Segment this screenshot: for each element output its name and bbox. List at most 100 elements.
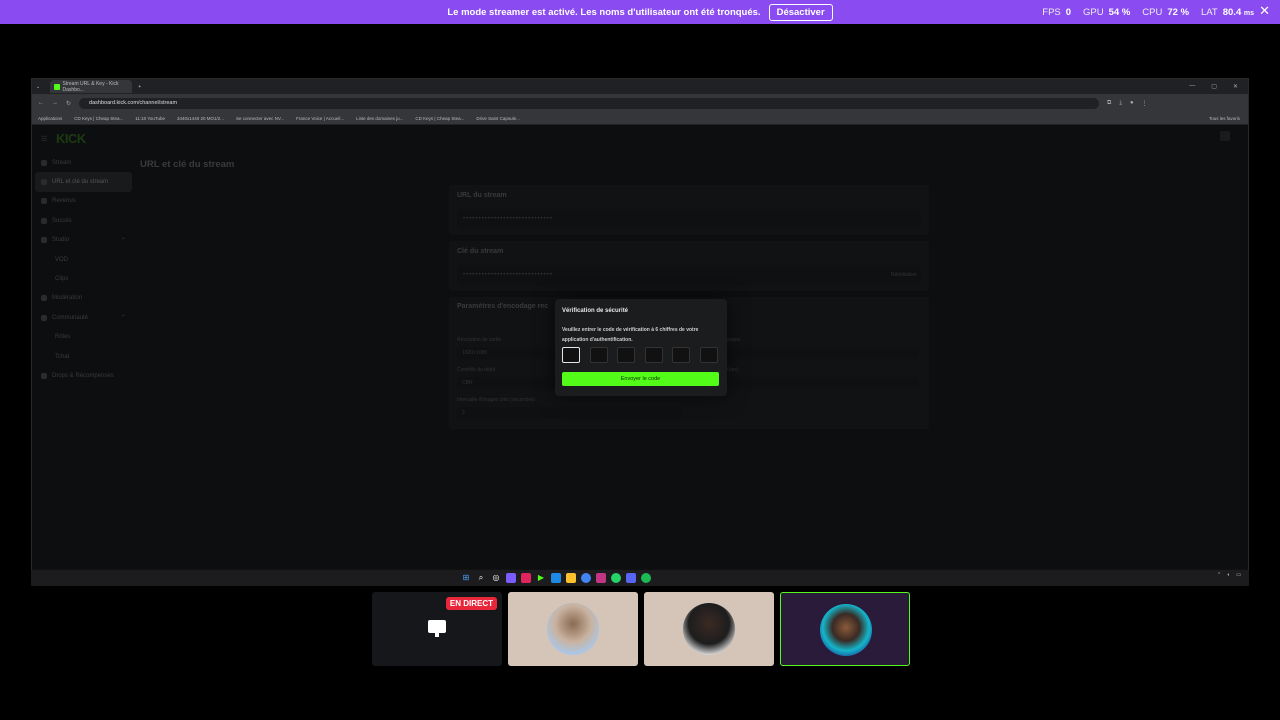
bookmark-item[interactable]: Applications xyxy=(38,116,62,121)
nav-icon xyxy=(41,159,47,166)
window-close-icon[interactable]: ✕ xyxy=(1233,83,1238,90)
keyframe-input[interactable]: 2 xyxy=(457,407,682,419)
stream-key-field[interactable]: ••••••••••••••••••••••••••••• Réinitiali… xyxy=(457,265,921,285)
taskbar: ⊞ ⌕ ◎ ▶ ⌃ ◐ ▭ xyxy=(31,570,1249,586)
volume-icon[interactable]: ◐ xyxy=(1227,572,1230,578)
app-icon[interactable]: ▶ xyxy=(536,573,546,583)
sidebar-item-label: Tchat xyxy=(55,353,70,360)
bookmarks-bar: Applications CD Keys | Cheap Stea... 11:… xyxy=(32,112,1248,125)
sidebar-item-label: URL et clé du stream xyxy=(52,179,109,186)
app-icon[interactable] xyxy=(506,573,516,583)
clock[interactable]: ▭ xyxy=(1236,572,1241,578)
address-bar[interactable]: dashboard.kick.com/channel/stream xyxy=(79,97,1100,109)
nav-icon xyxy=(41,314,47,321)
reset-key-button[interactable]: Réinitialiser xyxy=(891,265,917,285)
chrome-icon[interactable] xyxy=(581,573,591,583)
back-icon[interactable]: ← xyxy=(38,100,44,106)
bookmark-item[interactable]: 3440x1440 20 MO1/2... xyxy=(177,116,224,121)
bookmark-item[interactable]: Drive Saint Capsule... xyxy=(476,116,520,121)
fps-stat: FPS 0 xyxy=(1042,6,1072,18)
stream-url-field[interactable]: ••••••••••••••••••••••••••••• xyxy=(457,209,921,229)
code-digit-input[interactable] xyxy=(699,347,718,363)
spotify-icon[interactable] xyxy=(641,573,651,583)
sidebar-item-label: VOD xyxy=(55,256,69,263)
sidebar-item-label: Revenus xyxy=(52,198,76,205)
browser-tab[interactable]: Stream URL & Key - Kick Dashbo... xyxy=(50,80,133,93)
task-view-icon[interactable]: ◎ xyxy=(491,573,501,583)
sidebar-item-label: Stream xyxy=(52,159,72,166)
download-icon[interactable]: ⤓ xyxy=(1119,100,1122,107)
tab-search-icon[interactable]: ⌄ xyxy=(36,84,40,90)
avatar xyxy=(683,603,735,655)
rate-control-label: Contrôle du débit xyxy=(457,367,496,373)
bookmark-item[interactable]: Se connecter avec NV... xyxy=(236,116,284,121)
all-bookmarks[interactable]: Tous les favoris xyxy=(1209,116,1248,121)
security-verification-modal: Vérification de sécurité Veuillez entrer… xyxy=(555,299,727,396)
participant-tile[interactable] xyxy=(508,592,638,666)
encoding-title: Paramètres d'encodage rec xyxy=(457,303,549,310)
app-icon[interactable] xyxy=(596,573,606,583)
sidebar-item[interactable]: Drops & Récompenses xyxy=(35,366,132,385)
bitrate-input[interactable] xyxy=(724,377,919,389)
code-digit-input[interactable] xyxy=(562,347,580,363)
bookmark-item[interactable]: Liste des domaines ju... xyxy=(356,116,403,121)
bookmark-item[interactable]: 11:10 YouTube xyxy=(135,116,165,121)
profile-icon[interactable]: ● xyxy=(1130,100,1134,106)
code-inputs xyxy=(562,347,718,363)
code-digit-input[interactable] xyxy=(589,347,608,363)
sidebar: ☰ KICK Stream URL et clé du stream Revenus… xyxy=(32,125,132,569)
bookmark-item[interactable]: CD Keys | Cheap Stea... xyxy=(415,116,464,121)
forward-icon[interactable]: → xyxy=(52,100,58,106)
participant-tile-speaking[interactable] xyxy=(780,592,910,666)
screen-share-tile[interactable]: EN DIRECT xyxy=(372,592,502,666)
sidebar-item[interactable]: Modération xyxy=(35,289,132,308)
folder-icon[interactable] xyxy=(566,573,576,583)
hamburger-icon[interactable]: ☰ xyxy=(41,135,47,143)
taskbar-apps: ⊞ ⌕ ◎ ▶ xyxy=(461,573,651,583)
nav-icon xyxy=(41,179,47,186)
search-icon[interactable]: ⌕ xyxy=(476,573,486,583)
app-icon[interactable] xyxy=(611,573,621,583)
code-digit-input[interactable] xyxy=(617,347,635,363)
kick-logo[interactable]: KICK xyxy=(56,131,86,146)
new-tab-icon[interactable]: + xyxy=(138,84,141,90)
performance-overlay: FPS 0 GPU 54 % CPU 72 % LAT 80.4 ms xyxy=(1042,0,1254,24)
sidebar-item[interactable]: Succès xyxy=(35,211,132,230)
sidebar-item[interactable]: Communauté ⌃ xyxy=(35,308,132,327)
gpu-stat: GPU 54 % xyxy=(1083,6,1131,18)
participant-tile[interactable] xyxy=(644,592,774,666)
code-digit-input[interactable] xyxy=(672,347,690,363)
maximize-icon[interactable]: ▢ xyxy=(1211,83,1217,90)
avatar[interactable] xyxy=(1220,131,1230,141)
sidebar-item-label: Communauté xyxy=(52,314,89,321)
bookmark-item[interactable]: CD Keys | Cheap Stea... xyxy=(74,116,123,121)
code-digit-input[interactable] xyxy=(644,347,663,363)
close-icon[interactable]: ✕ xyxy=(1259,3,1270,19)
framerate-select[interactable] xyxy=(724,347,919,359)
resolution-label: Résolution de sortie xyxy=(457,337,502,343)
app-icon[interactable] xyxy=(521,573,531,583)
modal-title: Vérification de sécurité xyxy=(562,308,629,314)
reload-icon[interactable]: ↻ xyxy=(66,100,71,107)
sidebar-item-label: Modération xyxy=(52,295,83,302)
sidebar-item[interactable]: Rôles xyxy=(35,328,132,347)
discord-icon[interactable] xyxy=(626,573,636,583)
sidebar-item[interactable]: Revenus xyxy=(35,192,132,211)
send-code-button[interactable]: Envoyer le code xyxy=(562,372,719,386)
extensions-icon[interactable]: ⧉ xyxy=(1107,100,1111,107)
stream-url-label: URL du stream xyxy=(457,192,507,199)
disable-streamer-mode-button[interactable]: Désactiver xyxy=(768,3,833,21)
kick-dashboard: ☰ KICK Stream URL et clé du stream Revenus… xyxy=(32,125,1248,569)
sidebar-item[interactable]: Clips xyxy=(35,269,132,288)
sidebar-item[interactable]: Studio ⌃ xyxy=(35,231,132,250)
wifi-icon[interactable]: ⌃ xyxy=(1217,572,1221,578)
sidebar-item[interactable]: Stream xyxy=(35,153,132,172)
sidebar-item[interactable]: VOD xyxy=(35,250,132,269)
start-icon[interactable]: ⊞ xyxy=(461,573,471,583)
menu-icon[interactable]: ⋮ xyxy=(1142,100,1148,107)
app-icon[interactable] xyxy=(551,573,561,583)
bookmark-item[interactable]: France Voice | Accueil... xyxy=(296,116,344,121)
sidebar-item[interactable]: Tchat xyxy=(35,347,132,366)
sidebar-item[interactable]: URL et clé du stream xyxy=(35,172,132,192)
minimize-icon[interactable]: — xyxy=(1189,83,1195,90)
